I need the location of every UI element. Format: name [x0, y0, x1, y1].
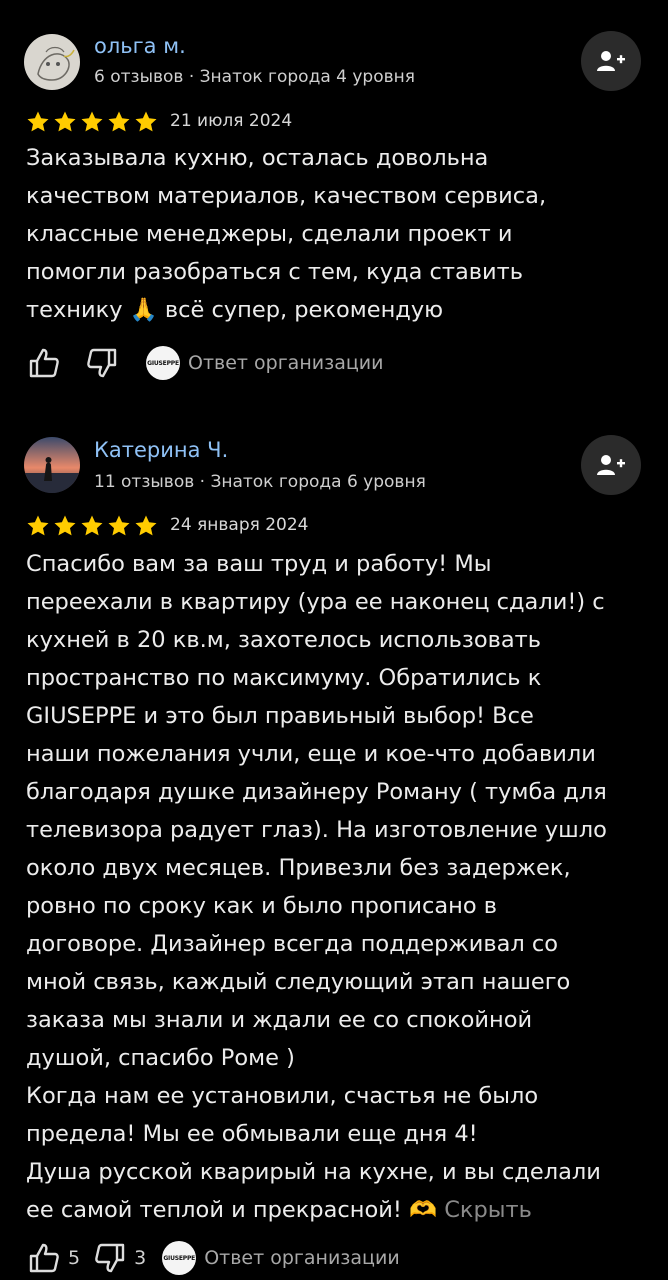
star-icon	[81, 111, 103, 132]
rating-stars	[26, 110, 158, 134]
avatar[interactable]	[24, 34, 80, 90]
author-name[interactable]: Катерина Ч.	[94, 438, 228, 462]
star-icon	[135, 515, 157, 536]
star-icon	[54, 111, 76, 132]
like-button[interactable]	[26, 345, 62, 381]
org-reply-button[interactable]: GIUSEPPE Ответ организации	[146, 346, 383, 380]
author-meta: 6 отзывов · Знаток города 4 уровня	[94, 67, 415, 87]
organization-logo: GIUSEPPE	[146, 346, 180, 380]
review-text: Заказывала кухню, осталась довольна каче…	[26, 139, 646, 329]
star-icon	[27, 515, 49, 536]
review-text-line: Заказывала кухню, осталась довольна	[26, 145, 489, 171]
review-text-line: пространство по максимуму. Обратились к	[26, 665, 542, 691]
review-date: 21 июля 2024	[170, 111, 293, 131]
review-actions: GIUSEPPE Ответ организации	[26, 345, 383, 381]
review-text-line: помогли разобраться с тем, куда ставить	[26, 259, 524, 285]
org-reply-button[interactable]: GIUSEPPE Ответ организации	[162, 1241, 400, 1275]
review-date: 24 января 2024	[170, 515, 309, 535]
org-reply-label: Ответ организации	[204, 1247, 400, 1269]
thumbs-up-icon	[29, 348, 59, 378]
review-text-line: качеством материалов, качеством сервиса,	[26, 183, 547, 209]
org-reply-label: Ответ организации	[188, 352, 384, 374]
review-text-line: душой, спасибо Роме )	[26, 1045, 295, 1071]
thumbs-up-icon	[29, 1243, 59, 1273]
review-text: Спасибо вам за ваш труд и работу! Мы пер…	[26, 545, 646, 1229]
like-count: 5	[68, 1247, 81, 1269]
like-button[interactable]: 5	[26, 1240, 80, 1276]
review-text-line: Душа русской кварирый на кухне, и вы сде…	[26, 1159, 601, 1185]
thumbs-down-icon	[95, 1243, 125, 1273]
review-text-line: ровно по сроку как и было прописано в	[26, 893, 498, 919]
dislike-button[interactable]: 3	[92, 1240, 146, 1276]
review-text-line: около двух месяцев. Привезли без задерже…	[26, 855, 571, 881]
review-text-line: кухней в 20 кв.м, захотелось использоват…	[26, 627, 541, 653]
star-icon	[108, 111, 130, 132]
review-text-line: GIUSEPPE и это был правиьный выбор! Все	[26, 703, 534, 729]
review-actions: 5 3 GIUSEPPE Ответ организации	[26, 1240, 400, 1276]
author-meta: 11 отзывов · Знаток города 6 уровня	[94, 472, 426, 492]
review-text-line: переехали в квартиру (ура ее наконец сда…	[26, 589, 605, 615]
review-text-line: классные менеджеры, сделали проект и	[26, 221, 513, 247]
user-plus-icon	[597, 455, 625, 475]
review-text-line: наши пожелания учли, еще и кое-что добав…	[26, 741, 596, 767]
review-text-line: благодаря душке дизайнеру Роману ( тумба…	[26, 779, 607, 805]
star-icon	[27, 111, 49, 132]
organization-logo: GIUSEPPE	[162, 1241, 197, 1275]
review-text-line: заказа мы знали и ждали ее со спокойной	[26, 1007, 533, 1033]
avatar[interactable]	[24, 437, 80, 493]
follow-button[interactable]	[581, 435, 641, 495]
star-icon	[108, 515, 130, 536]
review-text-line: предела! Мы ее обмывали еще дня 4!	[26, 1121, 478, 1147]
review-text-line: Когда нам ее установили, счастья не было	[26, 1083, 539, 1109]
rating-stars	[26, 514, 158, 538]
hide-text-link[interactable]: Скрыть	[444, 1197, 532, 1223]
dislike-count: 3	[134, 1247, 147, 1269]
review-text-line: телевизора радует глаз). На изготовление…	[26, 817, 607, 843]
follow-button[interactable]	[581, 31, 641, 91]
review-text-line: договоре. Дизайнер всегда поддерживал со	[26, 931, 559, 957]
review-text-line: мной связь, каждый следующий этап нашего	[26, 969, 571, 995]
thumbs-down-icon	[87, 348, 117, 378]
review-text-line: ее самой теплой и прекрасной! 🫶	[26, 1197, 438, 1223]
user-plus-icon	[597, 51, 625, 71]
star-icon	[135, 111, 157, 132]
review-text-line: технику 🙏 всё супер, рекомендую	[26, 297, 444, 323]
review-text-line: Спасибо вам за ваш труд и работу! Мы	[26, 551, 492, 577]
star-icon	[81, 515, 103, 536]
author-name[interactable]: ольга м.	[94, 34, 186, 58]
star-icon	[54, 515, 76, 536]
dislike-button[interactable]	[84, 345, 120, 381]
review-text-last-line: ее самой теплой и прекрасной! 🫶 Скрыть	[26, 1191, 646, 1229]
